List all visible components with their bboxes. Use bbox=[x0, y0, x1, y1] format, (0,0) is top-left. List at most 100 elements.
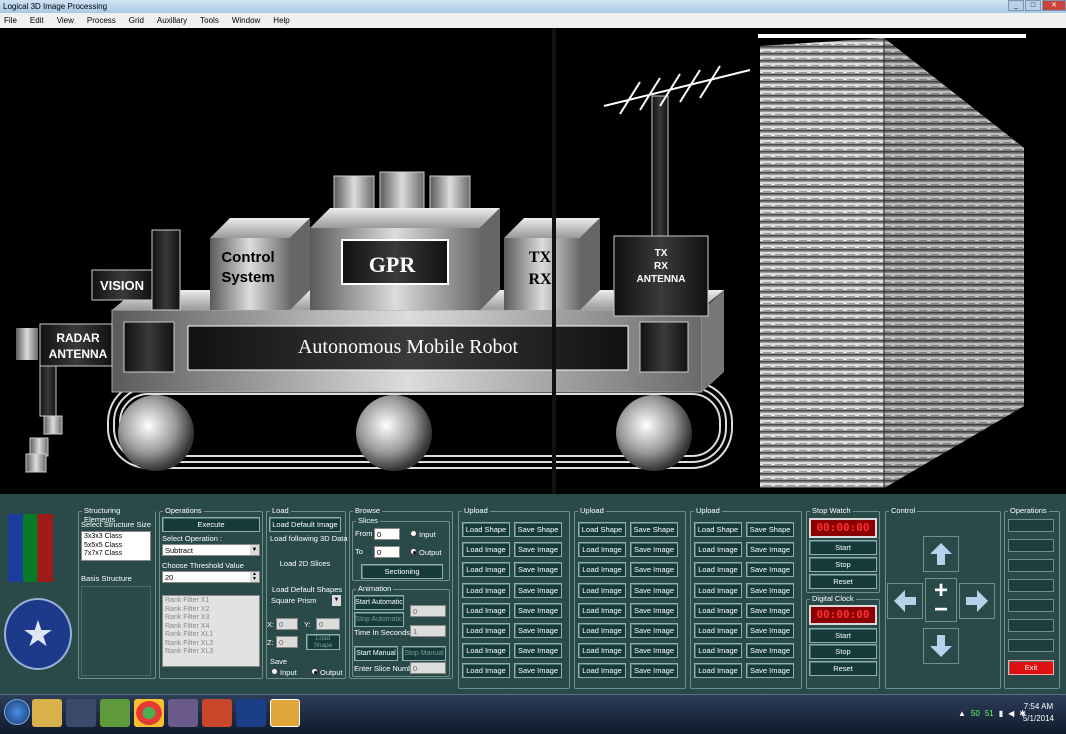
zoom-buttons[interactable]: + − bbox=[925, 578, 957, 622]
list-item[interactable]: Rank Filter X2 bbox=[165, 606, 257, 615]
network-icon[interactable]: ▮ bbox=[999, 709, 1003, 718]
render-viewport[interactable]: Autonomous Mobile Robot Control System G… bbox=[0, 28, 1066, 494]
auto-slice-input[interactable]: 0 bbox=[410, 605, 446, 617]
load-image-button[interactable]: Load Image bbox=[578, 663, 626, 679]
save-image-button[interactable]: Save Image bbox=[746, 663, 794, 679]
to-input[interactable]: 0 bbox=[374, 546, 400, 558]
menu-auxillary[interactable]: Auxillary bbox=[157, 16, 187, 25]
load-image-button[interactable]: Load Image bbox=[578, 562, 626, 578]
explorer-icon[interactable] bbox=[32, 699, 62, 727]
load-image-button[interactable]: Load Image bbox=[462, 602, 510, 618]
menu-process[interactable]: Process bbox=[87, 16, 116, 25]
save-image-button[interactable]: Save Image bbox=[630, 663, 678, 679]
stopwatch-stop-button[interactable]: Stop bbox=[809, 557, 877, 572]
x-input[interactable]: 0 bbox=[276, 618, 298, 630]
load-image-button[interactable]: Load Image bbox=[462, 582, 510, 598]
minimize-button[interactable]: _ bbox=[1008, 0, 1024, 11]
list-item[interactable]: Rank Filter XL3 bbox=[165, 648, 257, 657]
menu-tools[interactable]: Tools bbox=[200, 16, 219, 25]
list-item[interactable]: Rank Filter XL1 bbox=[165, 631, 257, 640]
start-manual-button[interactable]: Start Manual bbox=[354, 646, 398, 661]
load-shape-button[interactable]: Load Shape bbox=[694, 522, 742, 537]
exit-button[interactable]: Exit bbox=[1008, 660, 1054, 675]
load-image-button[interactable]: Load Image bbox=[694, 582, 742, 598]
save-image-button[interactable]: Save Image bbox=[746, 602, 794, 618]
load-image-button[interactable]: Load Image bbox=[694, 643, 742, 659]
chrome-icon[interactable] bbox=[134, 699, 164, 727]
operation-slot[interactable] bbox=[1008, 559, 1054, 572]
load-image-button[interactable]: Load Image bbox=[578, 602, 626, 618]
clock-stop-button[interactable]: Stop bbox=[809, 644, 877, 659]
z-input[interactable]: 0 bbox=[276, 636, 298, 648]
load-default-image-button[interactable]: Load Default Image bbox=[269, 517, 341, 532]
save-shape-button[interactable]: Save Shape bbox=[514, 522, 562, 537]
load-shape-button[interactable]: Load Shape bbox=[578, 522, 626, 537]
load-image-button[interactable]: Load Image bbox=[462, 562, 510, 578]
save-image-button[interactable]: Save Image bbox=[630, 562, 678, 578]
slice-output-radio[interactable] bbox=[410, 548, 417, 555]
load-2d-slices-button[interactable]: Load 2D Slices bbox=[269, 556, 341, 571]
save-image-button[interactable]: Save Image bbox=[514, 643, 562, 659]
operation-slot[interactable] bbox=[1008, 519, 1054, 532]
list-item[interactable]: Rank Filter X1 bbox=[165, 597, 257, 606]
close-button[interactable]: ✕ bbox=[1042, 0, 1066, 11]
chevron-down-icon[interactable]: ▼ bbox=[250, 545, 259, 555]
load-shape-button[interactable]: Load Shape bbox=[306, 634, 340, 650]
notepad-icon[interactable] bbox=[100, 699, 130, 727]
stop-manual-button[interactable]: Stop Manual bbox=[402, 646, 446, 661]
arrow-left-button[interactable] bbox=[887, 583, 923, 619]
minus-icon[interactable]: − bbox=[934, 598, 948, 622]
load-image-button[interactable]: Load Image bbox=[578, 623, 626, 638]
app-window-icon[interactable] bbox=[270, 699, 300, 727]
threshold-input[interactable]: 20 ▲ ▼ bbox=[162, 571, 260, 583]
menu-edit[interactable]: Edit bbox=[30, 16, 44, 25]
save-image-button[interactable]: Save Image bbox=[630, 602, 678, 618]
arrow-up-button[interactable] bbox=[923, 536, 959, 572]
load-shape-button[interactable]: Load Shape bbox=[462, 522, 510, 537]
clock-start-button[interactable]: Start bbox=[809, 628, 877, 643]
operation-slot[interactable] bbox=[1008, 599, 1054, 612]
list-item[interactable]: 7x7x7 Class bbox=[84, 550, 148, 559]
save-image-button[interactable]: Save Image bbox=[746, 562, 794, 578]
clock-reset-button[interactable]: Reset bbox=[809, 661, 877, 676]
media-center-icon[interactable] bbox=[168, 699, 198, 727]
list-item[interactable]: 5x5x5 Class bbox=[84, 542, 148, 551]
save-image-button[interactable]: Save Image bbox=[746, 582, 794, 598]
save-image-button[interactable]: Save Image bbox=[514, 623, 562, 638]
operation-select[interactable]: Subtract ▼ bbox=[162, 544, 260, 556]
menu-file[interactable]: File bbox=[4, 16, 17, 25]
load-image-button[interactable]: Load Image bbox=[462, 643, 510, 659]
save-shape-button[interactable]: Save Shape bbox=[630, 522, 678, 537]
load-image-button[interactable]: Load Image bbox=[462, 663, 510, 679]
save-image-button[interactable]: Save Image bbox=[630, 542, 678, 558]
tray-up-icon[interactable]: ▲ bbox=[958, 709, 966, 718]
slice-input-radio[interactable] bbox=[410, 530, 417, 537]
operation-slot[interactable] bbox=[1008, 539, 1054, 552]
time-input[interactable]: 1 bbox=[410, 625, 446, 637]
spinner-icon[interactable]: ▲ ▼ bbox=[250, 572, 259, 582]
menu-help[interactable]: Help bbox=[273, 16, 289, 25]
list-item[interactable]: Rank Filter X4 bbox=[165, 623, 257, 632]
save-image-button[interactable]: Save Image bbox=[746, 542, 794, 558]
matlab-icon[interactable] bbox=[236, 699, 266, 727]
load-image-button[interactable]: Load Image bbox=[462, 542, 510, 558]
load-image-button[interactable]: Load Image bbox=[462, 623, 510, 638]
save-image-button[interactable]: Save Image bbox=[514, 582, 562, 598]
from-input[interactable]: 0 bbox=[374, 528, 400, 540]
load-image-button[interactable]: Load Image bbox=[694, 542, 742, 558]
sectioning-button[interactable]: Sectioning bbox=[361, 564, 443, 579]
load-image-button[interactable]: Load Image bbox=[694, 663, 742, 679]
arrow-right-button[interactable] bbox=[959, 583, 995, 619]
save-output-radio[interactable] bbox=[311, 668, 318, 675]
load-image-button[interactable]: Load Image bbox=[694, 623, 742, 638]
structure-size-list[interactable]: 3x3x3 Class 5x5x5 Class 7x7x7 Class bbox=[81, 531, 151, 561]
load-image-button[interactable]: Load Image bbox=[578, 643, 626, 659]
media-player-icon[interactable] bbox=[66, 699, 96, 727]
load-image-button[interactable]: Load Image bbox=[694, 602, 742, 618]
stopwatch-reset-button[interactable]: Reset bbox=[809, 574, 877, 589]
save-image-button[interactable]: Save Image bbox=[514, 542, 562, 558]
maximize-button[interactable]: □ bbox=[1025, 0, 1041, 11]
menu-window[interactable]: Window bbox=[232, 16, 260, 25]
save-image-button[interactable]: Save Image bbox=[630, 582, 678, 598]
menu-grid[interactable]: Grid bbox=[129, 16, 144, 25]
